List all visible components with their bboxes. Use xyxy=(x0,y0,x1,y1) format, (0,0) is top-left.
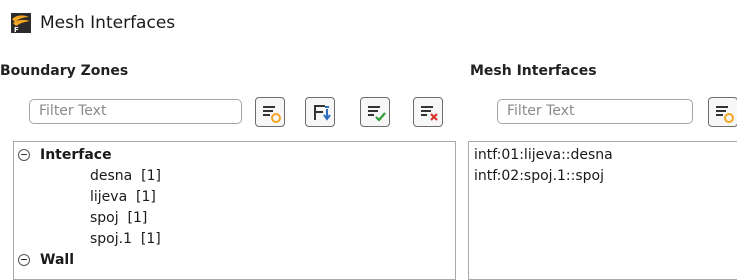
fluent-app-icon: F xyxy=(11,13,31,33)
mesh-interfaces-title: Mesh Interfaces xyxy=(470,63,597,79)
list-item[interactable]: intf:02:spoj.1::spoj xyxy=(474,166,604,186)
filter-placeholder: Filter Text xyxy=(39,103,107,119)
deselect-all-button[interactable] xyxy=(413,97,443,127)
select-all-button[interactable] xyxy=(360,97,390,127)
filter-icon xyxy=(263,106,281,123)
filter-button[interactable] xyxy=(255,97,285,127)
collapse-icon[interactable] xyxy=(18,254,30,266)
group-wall[interactable]: Wall xyxy=(18,250,74,270)
list-item[interactable]: desna [1] xyxy=(90,166,161,186)
window-title: Mesh Interfaces xyxy=(40,13,176,33)
list-item[interactable]: spoj [1] xyxy=(90,208,147,228)
mesh-interfaces-filter-input[interactable]: Filter Text xyxy=(497,99,693,124)
svg-text:F: F xyxy=(14,26,19,33)
group-interface[interactable]: Interface xyxy=(18,145,112,165)
boundary-zones-list[interactable]: Interface desna [1] lijeva [1] spoj [1] … xyxy=(13,141,456,280)
list-item[interactable]: spoj.1 [1] xyxy=(90,229,161,249)
filter-sort-button[interactable] xyxy=(305,97,335,127)
list-item[interactable]: intf:01:lijeva::desna xyxy=(474,145,613,165)
mesh-interfaces-list[interactable]: intf:01:lijeva::desna intf:02:spoj.1::sp… xyxy=(468,141,737,280)
collapse-icon[interactable] xyxy=(18,149,30,161)
boundary-zones-title: Boundary Zones xyxy=(0,63,129,79)
filter-sort-icon xyxy=(314,105,331,121)
list-item[interactable]: lijeva [1] xyxy=(90,187,156,207)
window-title-bar: F Mesh Interfaces xyxy=(11,10,175,36)
filter-button[interactable] xyxy=(708,97,737,127)
select-all-icon xyxy=(368,106,386,122)
filter-placeholder: Filter Text xyxy=(507,103,575,119)
filter-icon xyxy=(716,106,734,123)
boundary-zones-filter-input[interactable]: Filter Text xyxy=(29,99,242,124)
deselect-all-icon xyxy=(421,106,438,121)
